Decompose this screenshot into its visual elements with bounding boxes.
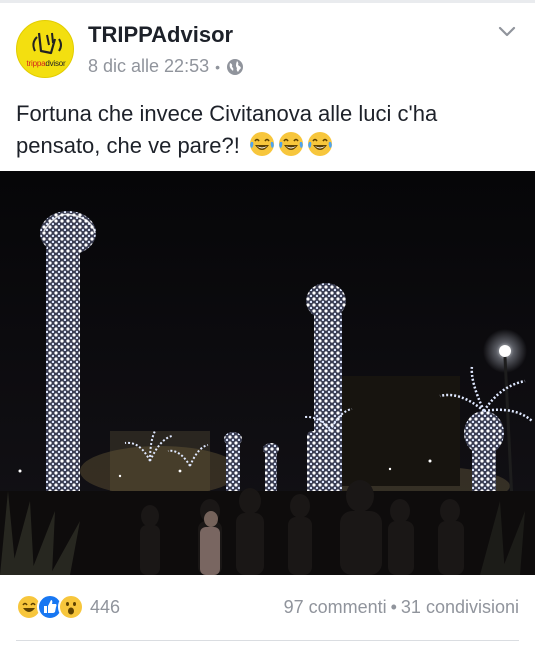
caption-text: Fortuna che invece Civitanova alle luci … bbox=[16, 101, 438, 158]
chevron-down-icon[interactable] bbox=[497, 24, 517, 38]
post-stats: 97 commenti • 31 condivisioni bbox=[284, 597, 519, 618]
page-name-link[interactable]: TRIPPAdvisor bbox=[88, 22, 233, 48]
top-edge bbox=[0, 0, 535, 3]
post-meta: 8 dic alle 22:53 • bbox=[88, 56, 244, 77]
post-photo[interactable] bbox=[0, 171, 535, 575]
avatar-logo-icon bbox=[32, 32, 62, 55]
avatar-wordmark: trippadvisor bbox=[26, 59, 66, 68]
footer-divider bbox=[16, 640, 519, 641]
wow-reaction-icon bbox=[58, 594, 84, 620]
meta-dot: • bbox=[215, 58, 220, 75]
night-street-lights-photo bbox=[0, 171, 535, 575]
laughing-tears-emoji bbox=[307, 132, 332, 156]
post-timestamp[interactable]: 8 dic alle 22:53 bbox=[88, 56, 209, 77]
laughing-tears-emoji bbox=[249, 132, 274, 156]
post-header: trippadvisor TRIPPAdvisor 8 dic alle 22:… bbox=[16, 20, 519, 82]
globe-icon bbox=[226, 58, 244, 76]
reaction-summary[interactable]: 446 bbox=[16, 594, 120, 620]
reaction-count: 446 bbox=[90, 596, 121, 617]
page-avatar[interactable]: trippadvisor bbox=[16, 20, 74, 78]
post-footer: 446 97 commenti • 31 condivisioni bbox=[0, 590, 535, 626]
comments-link[interactable]: 97 commenti bbox=[284, 597, 387, 617]
shares-link[interactable]: 31 condivisioni bbox=[401, 597, 519, 617]
laughing-tears-emoji bbox=[278, 132, 303, 156]
post-caption: Fortuna che invece Civitanova alle luci … bbox=[16, 98, 521, 162]
stats-separator: • bbox=[390, 597, 397, 617]
